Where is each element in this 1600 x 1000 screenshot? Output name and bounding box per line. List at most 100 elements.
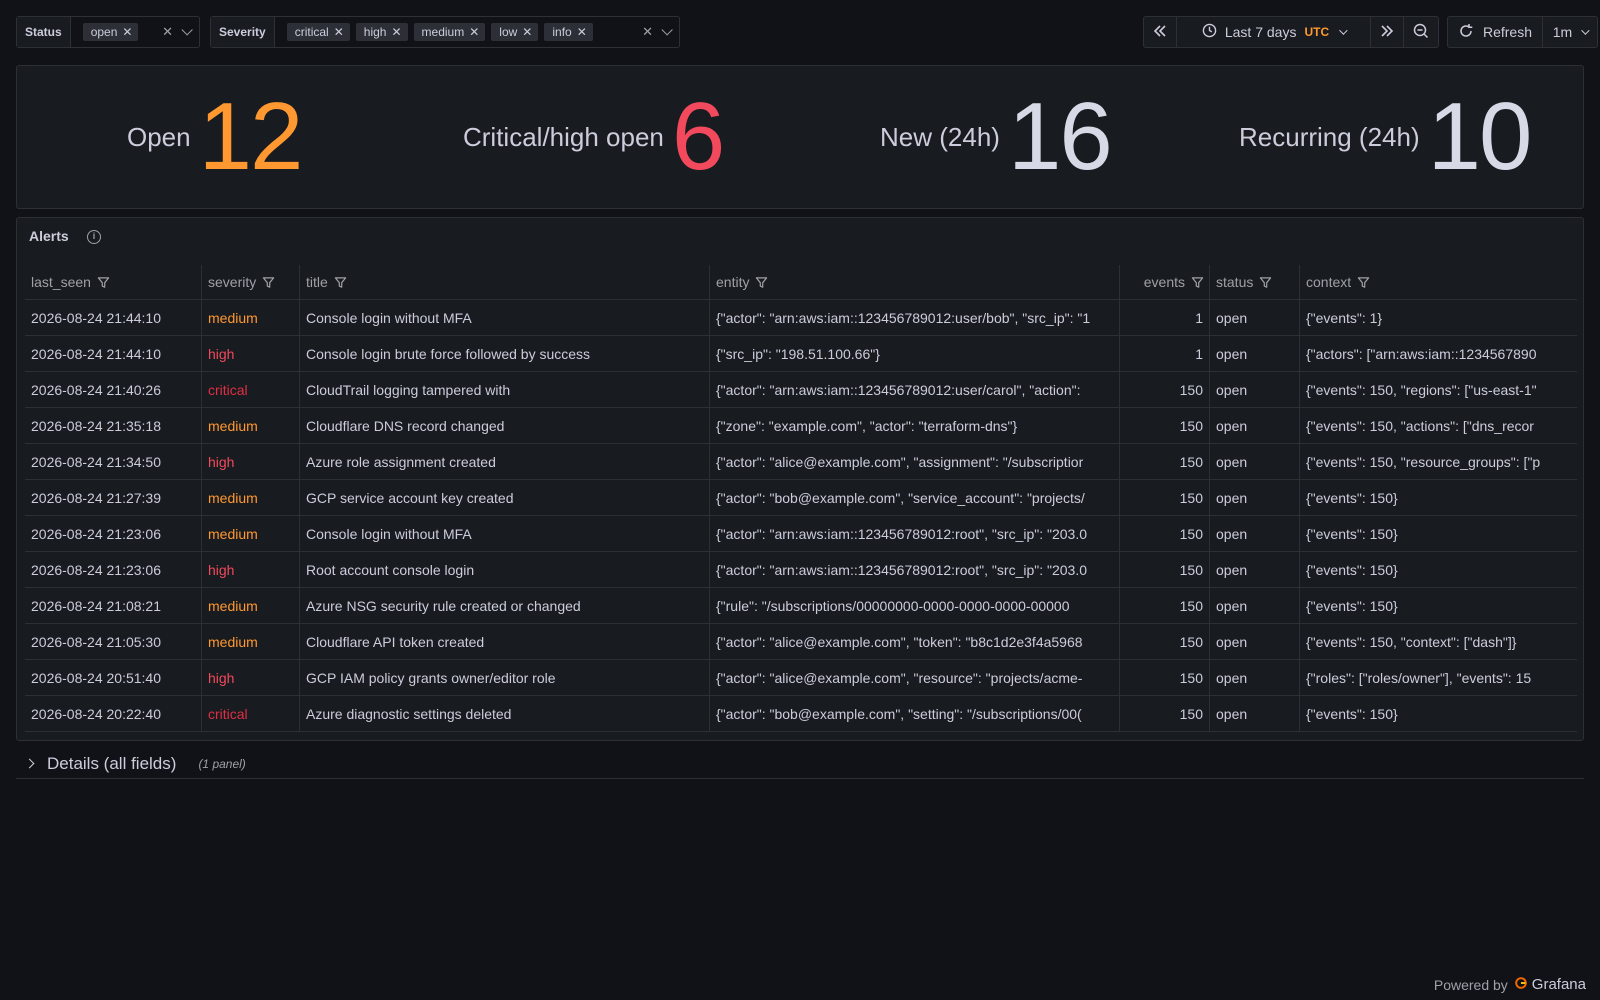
column-header-severity[interactable]: severity [201, 265, 299, 299]
cell-last_seen: 2026-08-24 20:22:40 [31, 705, 161, 722]
cell-severity: medium [201, 516, 299, 551]
cell-entity: {"actor": "alice@example.com", "resource… [709, 660, 1119, 695]
column-header-events[interactable]: events [1119, 265, 1209, 299]
cell-status: open [1209, 624, 1299, 659]
time-range-picker[interactable]: Last 7 days UTC [1176, 16, 1371, 48]
chip-low[interactable]: low ✕ [491, 23, 539, 41]
column-header-label: title [306, 274, 328, 290]
status-variable[interactable]: Status open ✕ ✕ [16, 16, 200, 48]
refresh-interval-label: 1m [1552, 24, 1573, 40]
chip-open[interactable]: open ✕ [82, 23, 139, 41]
zoom-out-button[interactable] [1403, 16, 1439, 48]
details-row-title[interactable]: Details (all fields) [47, 754, 176, 774]
severity-variable-label: Severity [211, 17, 275, 47]
cell-events: 150 [1119, 372, 1209, 407]
table-row[interactable]: 2026-08-24 21:05:30 medium Cloudflare API … [25, 624, 1577, 660]
cell-severity: medium [201, 588, 299, 623]
filter-icon[interactable] [1357, 276, 1370, 288]
cell-events: 150 [1119, 480, 1209, 515]
chip-info[interactable]: info ✕ [544, 23, 593, 41]
column-header-title[interactable]: title [299, 265, 709, 299]
time-shift-forward-button[interactable] [1370, 16, 1404, 48]
chevron-down-icon[interactable] [661, 24, 673, 36]
details-row[interactable]: Details (all fields) (1 panel) [16, 749, 1584, 779]
panel-title: Alerts [29, 228, 69, 244]
table-row[interactable]: 2026-08-24 21:35:18 medium Cloudflare DNS … [25, 408, 1577, 444]
remove-icon[interactable]: ✕ [391, 26, 401, 38]
filter-icon[interactable] [334, 276, 347, 288]
powered-by-label: Powered by [1433, 976, 1508, 993]
cell-last_seen: 2026-08-24 21:44:10 [31, 309, 161, 326]
clear-icon[interactable]: ✕ [642, 24, 653, 40]
remove-icon[interactable]: ✕ [577, 26, 587, 38]
clock-icon [1202, 23, 1217, 41]
table-row[interactable]: 2026-08-24 20:22:40 critical Azure diagnos… [25, 696, 1577, 732]
chip-medium[interactable]: medium ✕ [413, 23, 486, 41]
cell-last_seen: 2026-08-24 21:44:10 [31, 345, 161, 362]
cell-severity: critical [201, 372, 299, 407]
cell-last_seen: 2026-08-24 21:23:06 [31, 561, 161, 578]
refresh-label: Refresh [1482, 24, 1533, 40]
cell-events: 1 [1119, 300, 1209, 335]
remove-icon[interactable]: ✕ [469, 26, 479, 38]
cell-context: {"events": 150} [1299, 552, 1577, 587]
chevron-right-icon[interactable] [24, 758, 35, 769]
remove-icon[interactable]: ✕ [522, 26, 532, 38]
chevron-down-icon[interactable] [181, 24, 193, 36]
chip-label: medium [421, 25, 465, 39]
clear-icon[interactable]: ✕ [162, 24, 173, 40]
cell-severity: medium [201, 300, 299, 335]
cell-context: {"events": 150} [1299, 480, 1577, 515]
stat-value: 6 [671, 83, 725, 190]
filter-icon[interactable] [755, 276, 768, 288]
table-row[interactable]: 2026-08-24 21:08:21 medium Azure NSG secur… [25, 588, 1577, 624]
cell-context: {"events": 150, "context": ["dash"]} [1299, 624, 1577, 659]
column-header-label: status [1216, 274, 1254, 290]
column-header-label: last_seen [31, 274, 91, 290]
table-row[interactable]: 2026-08-24 20:51:40 high GCP IAM policy gr… [25, 660, 1577, 696]
refresh-button[interactable]: Refresh [1447, 16, 1543, 48]
table-row[interactable]: 2026-08-24 21:23:06 medium Console login w… [25, 516, 1577, 552]
chip-high[interactable]: high ✕ [355, 23, 408, 41]
brand-label: Grafana [1531, 976, 1586, 993]
remove-icon[interactable]: ✕ [334, 26, 344, 38]
column-header-status[interactable]: status [1209, 265, 1299, 299]
cell-last_seen: 2026-08-24 20:51:40 [31, 669, 161, 686]
chip-label: low [499, 25, 518, 39]
info-icon[interactable]: i [87, 230, 101, 244]
table-row[interactable]: 2026-08-24 21:27:39 medium GCP service acc… [25, 480, 1577, 516]
table-row[interactable]: 2026-08-24 21:40:26 critical CloudTrail lo… [25, 372, 1577, 408]
chevron-down-icon [1581, 26, 1590, 35]
filter-icon[interactable] [1259, 276, 1272, 288]
table-row[interactable]: 2026-08-24 21:34:50 high Azure role assign… [25, 444, 1577, 480]
chip-critical[interactable]: critical ✕ [286, 23, 350, 41]
powered-by[interactable]: Powered by Grafana [1434, 976, 1586, 993]
cell-context: {"events": 150, "actions": ["dns_recor [1299, 408, 1577, 443]
cell-severity: high [201, 552, 299, 587]
chip-label: high [363, 25, 387, 39]
double-chevron-right-icon [1380, 24, 1394, 40]
filter-icon[interactable] [97, 276, 110, 288]
table-row[interactable]: 2026-08-24 21:44:10 high Console login bru… [25, 336, 1577, 372]
cell-status: open [1209, 336, 1299, 371]
alerts-table: last_seen severity title entity events status… [25, 265, 1577, 732]
table-header: last_seen severity title entity events status… [25, 265, 1577, 300]
refresh-interval-picker[interactable]: 1m [1542, 16, 1598, 48]
table-row[interactable]: 2026-08-24 21:44:10 medium Console login w… [25, 300, 1577, 336]
time-shift-back-button[interactable] [1143, 16, 1177, 48]
cell-severity: high [201, 660, 299, 695]
filter-icon[interactable] [1191, 276, 1204, 288]
cell-entity: {"zone": "example.com", "actor": "terraf… [709, 408, 1119, 443]
chip-label: open [90, 25, 118, 39]
column-header-entity[interactable]: entity [709, 265, 1119, 299]
stat-label: Critical/high open [463, 121, 664, 152]
column-header-label: events [1143, 274, 1185, 290]
filter-icon[interactable] [262, 276, 275, 288]
cell-entity: {"actor": "alice@example.com", "assignme… [709, 444, 1119, 479]
table-row[interactable]: 2026-08-24 21:23:06 high Root account cons… [25, 552, 1577, 588]
severity-variable[interactable]: Severity critical ✕ high ✕ medium ✕ low ✕ in… [210, 16, 680, 48]
column-header-context[interactable]: context [1299, 265, 1577, 299]
cell-severity: high [201, 336, 299, 371]
column-header-last_seen[interactable]: last_seen [25, 265, 201, 299]
remove-icon[interactable]: ✕ [122, 26, 132, 38]
